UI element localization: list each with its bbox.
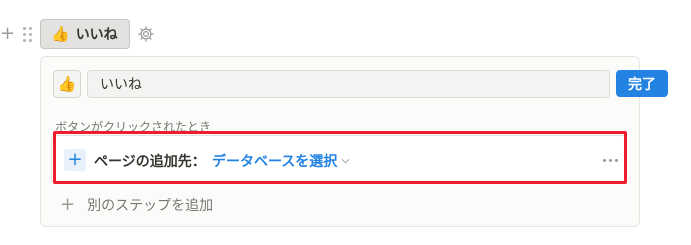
like-button[interactable]: 👍 いいね [40,19,130,49]
trigger-label: ボタンがクリックされたとき [55,120,212,134]
plus-icon[interactable]: + [0,25,15,43]
drag-handle-icon[interactable] [22,25,32,43]
more-icon[interactable] [600,153,620,167]
like-button-label: いいね [75,27,118,43]
gear-icon[interactable] [137,25,155,43]
plus-icon: + [60,194,76,215]
add-step-label: 別のステップを追加 [87,198,214,214]
button-editor: + 👍 いいね 👍 完了 ボタンがクリックされたとき + ページの追加先： デー… [0,0,691,245]
emoji-picker-button[interactable]: 👍 [53,70,81,98]
step-text: ページの追加先： [94,154,206,170]
thumbs-up-icon: 👍 [57,75,77,93]
button-name-input[interactable] [87,70,610,98]
done-button[interactable]: 完了 [616,70,668,97]
add-page-icon: + [64,149,86,171]
database-select[interactable]: データベースを選択 [212,151,350,171]
database-select-label: データベースを選択 [212,154,338,170]
button-settings-panel: 👍 完了 ボタンがクリックされたとき + ページの追加先： データベースを選択 … [40,56,668,227]
step-card[interactable]: + ページの追加先： データベースを選択 [51,135,627,183]
add-step-button[interactable]: + 別のステップを追加 [60,195,213,215]
chevron-down-icon [341,158,350,164]
thumbs-up-icon: 👍 [51,24,70,43]
